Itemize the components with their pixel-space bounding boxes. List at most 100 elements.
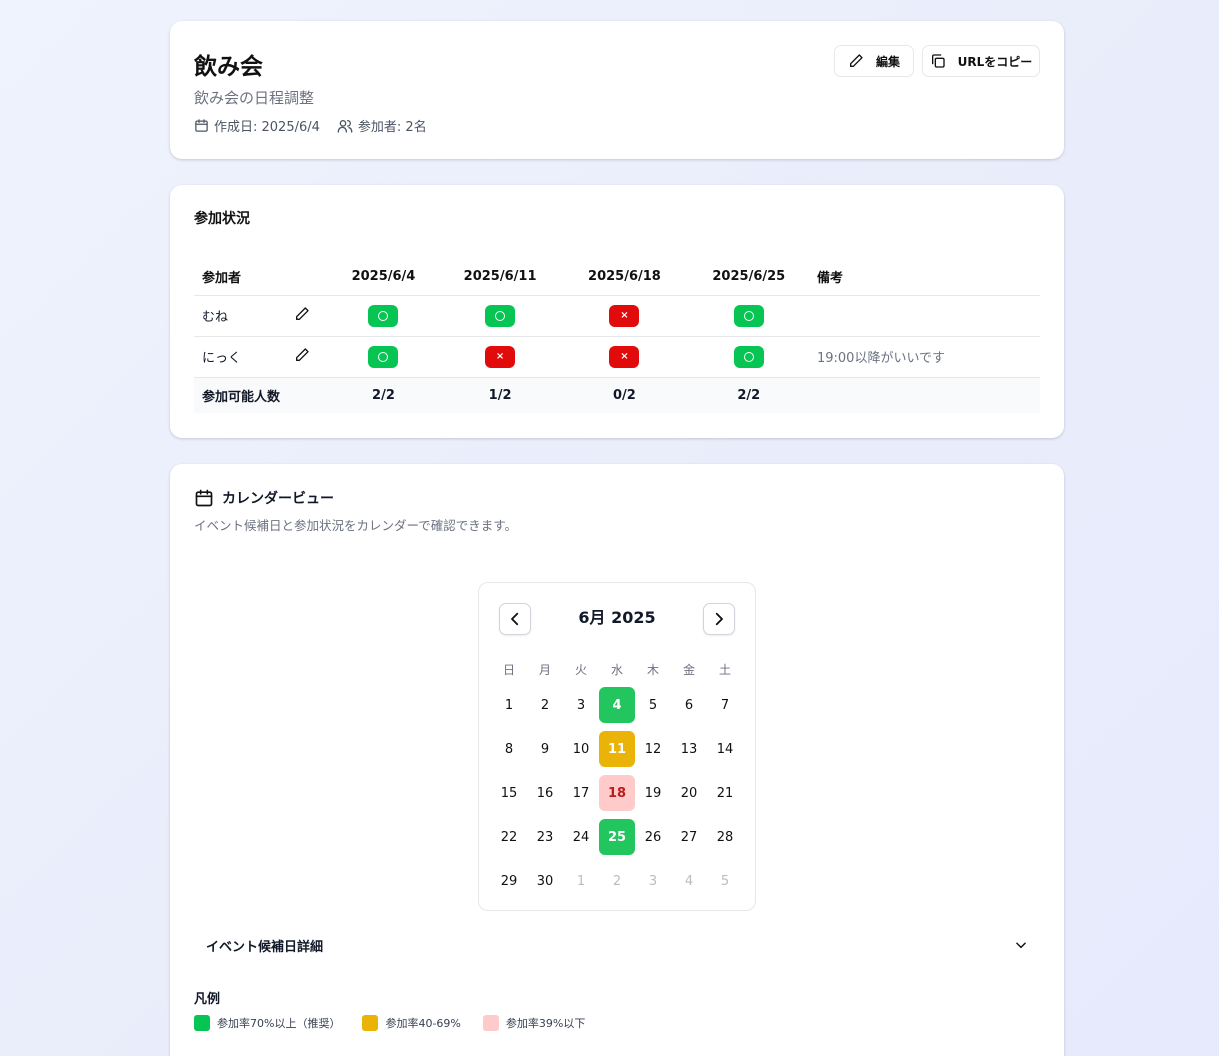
calendar-day[interactable]: 23: [527, 819, 563, 855]
chevron-down-icon: [1016, 942, 1026, 949]
calendar-day[interactable]: 3: [563, 687, 599, 723]
calendar-day[interactable]: 10: [563, 731, 599, 767]
calendar-day[interactable]: 3: [635, 863, 671, 899]
calendar-day[interactable]: 16: [527, 775, 563, 811]
calendar-day[interactable]: 24: [563, 819, 599, 855]
calendar-day[interactable]: 19: [635, 775, 671, 811]
availability-mark: [485, 304, 516, 327]
total-cell: 0/2: [562, 377, 687, 413]
legend-label: 参加率70%以上（推奨）: [217, 1017, 341, 1030]
calendar-view-subtitle: イベント候補日と参加状況をカレンダーで確認できます。: [194, 518, 518, 533]
calendar-day[interactable]: 4: [671, 863, 707, 899]
copy-url-button[interactable]: URLをコピー: [922, 45, 1040, 77]
candidate-date-cell[interactable]: 11: [599, 731, 635, 767]
legend-swatch: [362, 1015, 379, 1031]
calendar-day[interactable]: 5: [707, 863, 743, 899]
availability-mark: ×: [609, 345, 640, 368]
copy-icon: [931, 54, 945, 68]
legend: 参加率70%以上（推奨） 参加率40-69% 参加率39%以下: [194, 1015, 607, 1031]
calendar-day[interactable]: 12: [635, 731, 671, 767]
column-header-date: 2025/6/25: [686, 259, 811, 296]
column-header-edit: [274, 259, 329, 296]
participant-name: むね: [194, 295, 274, 337]
calendar-day[interactable]: 14: [707, 731, 743, 767]
pencil-icon: [295, 306, 309, 320]
calendar-day[interactable]: 9: [527, 731, 563, 767]
calendar-day[interactable]: 5: [635, 687, 671, 723]
calendar-day[interactable]: 27: [671, 819, 707, 855]
calendar-day[interactable]: 28: [707, 819, 743, 855]
candidate-date-cell[interactable]: 4: [599, 687, 635, 723]
candidate-dates-details-label: イベント候補日詳細: [206, 939, 324, 955]
total-cell: 2/2: [686, 377, 811, 413]
section-title: 参加状況: [194, 211, 250, 227]
participant-count: 参加者: 2名: [337, 116, 427, 135]
weekday-label: 日: [502, 663, 515, 677]
candidate-date-cell[interactable]: 18: [599, 775, 635, 811]
calendar-week: 15 16 17 18 19 20 21: [491, 775, 743, 811]
calendar-day[interactable]: 26: [635, 819, 671, 855]
weekday-label: 金: [682, 663, 695, 677]
availability-mark: [368, 304, 399, 327]
weekday-label: 水: [610, 663, 623, 677]
legend-item: 参加率40-69%: [362, 1015, 461, 1031]
legend-swatch: [482, 1015, 499, 1031]
users-icon: [337, 119, 353, 133]
column-header-note: 備考: [810, 259, 1040, 296]
attendance-table-body: むね × にっく × × 19:00以降がいいです 参加可能人数 2/2 1/2…: [194, 295, 1040, 413]
availability-cell: [686, 295, 811, 337]
availability-cell: [329, 295, 438, 337]
calendar-view-title-text: カレンダービュー: [222, 491, 334, 507]
attendance-status-card: 参加状況 参加者 2025/6/4 2025/6/11 2025/6/18 20…: [170, 185, 1064, 438]
month-calendar: 6月 2025 日 月 火 水 木 金 土 1 2 3 4 5 6 7 8 9 10 11 12 13 1…: [478, 582, 756, 911]
total-label: 参加可能人数: [194, 377, 329, 413]
participant-count-text: 参加者: 2名: [357, 120, 427, 135]
candidate-date-cell[interactable]: 25: [599, 819, 635, 855]
legend-title: 凡例: [194, 992, 221, 1007]
availability-cell: [437, 295, 563, 337]
event-header-card: 飲み会 飲み会の日程調整 作成日: 2025/6/4 参加者: 2名 編集 UR…: [170, 21, 1064, 159]
calendar-day[interactable]: 7: [707, 687, 743, 723]
calendar-day[interactable]: 1: [491, 687, 527, 723]
event-meta: 作成日: 2025/6/4 参加者: 2名: [194, 116, 444, 135]
chevron-right-icon: [715, 612, 723, 626]
legend-label: 参加率39%以下: [505, 1017, 586, 1030]
next-month-button[interactable]: [703, 603, 735, 635]
circle-mark-icon: [495, 310, 506, 321]
attendance-table: 参加者 2025/6/4 2025/6/11 2025/6/18 2025/6/…: [194, 259, 1040, 413]
column-header-date: 2025/6/18: [562, 259, 687, 296]
total-row: 参加可能人数 2/2 1/2 0/2 2/2: [194, 377, 1040, 413]
legend-label: 参加率40-69%: [385, 1017, 461, 1030]
legend-item: 参加率70%以上（推奨）: [194, 1015, 340, 1031]
weekday-label: 火: [574, 663, 587, 677]
edit-response-button[interactable]: [274, 295, 329, 337]
total-cell: 1/2: [437, 377, 563, 413]
calendar-day[interactable]: 13: [671, 731, 707, 767]
created-date-text: 作成日: 2025/6/4: [214, 120, 320, 135]
calendar-day[interactable]: 29: [491, 863, 527, 899]
availability-cell: ×: [562, 295, 687, 337]
calendar-day[interactable]: 17: [563, 775, 599, 811]
calendar-day[interactable]: 22: [491, 819, 527, 855]
calendar-day[interactable]: 2: [599, 863, 635, 899]
calendar-day[interactable]: 2: [527, 687, 563, 723]
pencil-icon: [849, 54, 863, 67]
column-header-participant: 参加者: [194, 259, 274, 296]
event-description: 飲み会の日程調整: [194, 89, 315, 107]
availability-mark: [368, 345, 399, 368]
copy-url-button-label: URLをコピー: [957, 54, 1033, 69]
calendar-week: 1234567: [491, 687, 743, 723]
edit-response-button[interactable]: [274, 336, 329, 378]
calendar-day[interactable]: 20: [671, 775, 707, 811]
calendar-day[interactable]: 1: [563, 863, 599, 899]
edit-button[interactable]: 編集: [834, 45, 914, 77]
calendar-day[interactable]: 8: [491, 731, 527, 767]
calendar-view-title: カレンダービュー: [194, 488, 334, 508]
calendar-day[interactable]: 6: [671, 687, 707, 723]
table-row: にっく × × 19:00以降がいいです: [194, 336, 1040, 378]
calendar-day[interactable]: 21: [707, 775, 743, 811]
calendar-day[interactable]: 15: [491, 775, 527, 811]
candidate-dates-details-toggle[interactable]: イベント候補日詳細: [194, 928, 1040, 962]
calendar-day[interactable]: 30: [527, 863, 563, 899]
availability-cell: ×: [562, 336, 687, 378]
